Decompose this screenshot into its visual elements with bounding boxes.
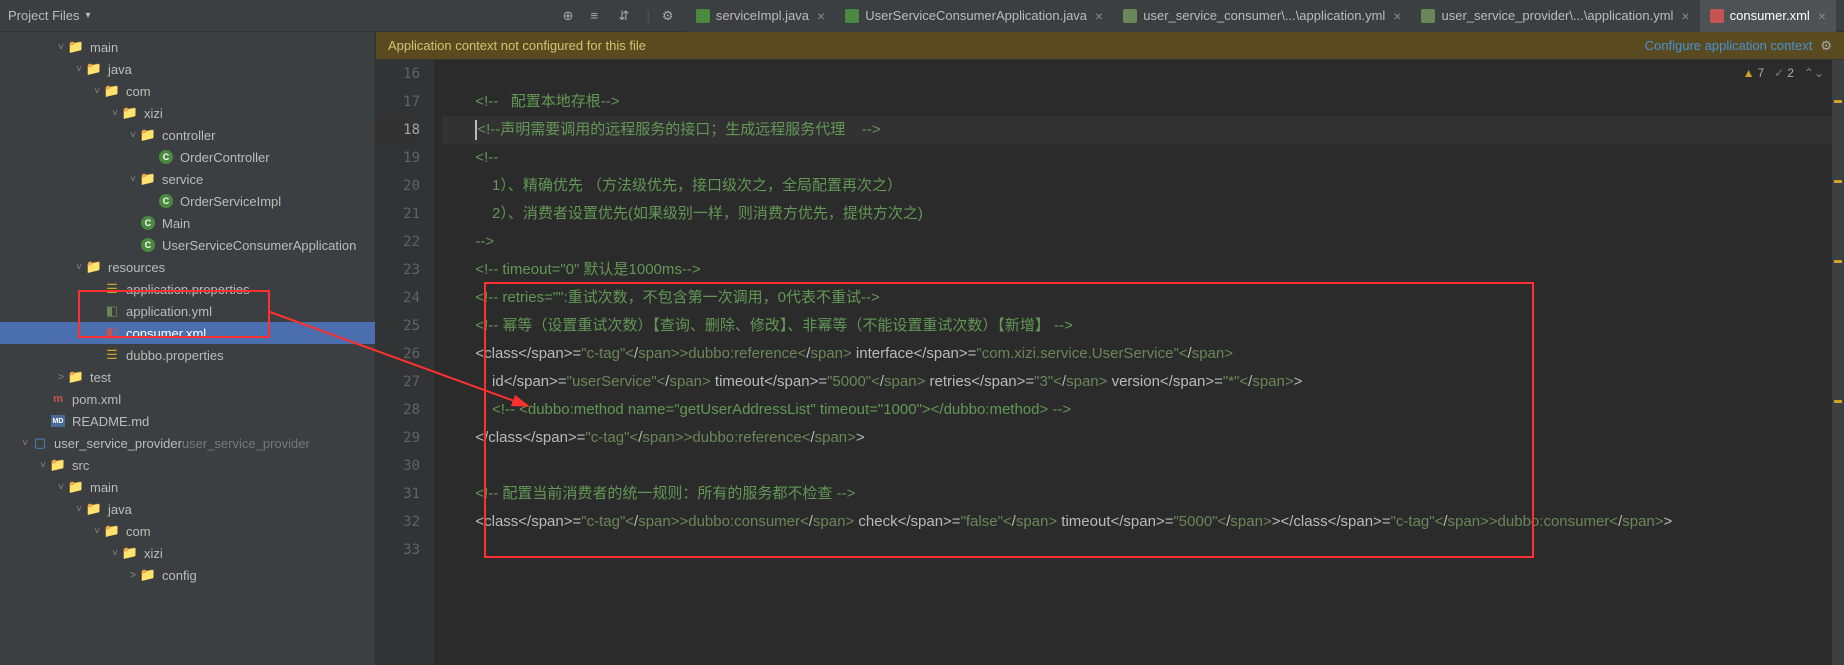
tree-item-java[interactable]: ˅📁java (0, 498, 375, 520)
code-line-29[interactable]: </class</span>="c-tag"</span>>dubbo:refe… (442, 424, 1844, 452)
code-line-27[interactable]: id</span>="userService"</span> timeout</… (442, 368, 1844, 396)
tree-item-main[interactable]: CMain (0, 212, 375, 234)
tab-consumer-xml[interactable]: consumer.xml× (1700, 0, 1836, 32)
locate-icon[interactable]: ⊕ (562, 8, 578, 24)
code-editor[interactable]: 161718192021222324252627282930313233 <!-… (376, 60, 1844, 665)
close-icon[interactable]: × (1681, 8, 1689, 24)
project-tree[interactable]: ˅📁main˅📁java˅📁com˅📁xizi˅📁controllerCOrde… (0, 32, 376, 665)
tab-serviceimpl-java[interactable]: serviceImpl.java× (686, 0, 835, 32)
inspection-indicators[interactable]: ▲7 ✓2 ⌃⌄ (1743, 66, 1824, 80)
collapse-icon[interactable]: ⇵ (618, 8, 634, 24)
code-line-21[interactable]: 2）、消费者设置优先(如果级别一样，则消费方优先，提供方次之) (442, 200, 1844, 228)
close-icon[interactable]: × (817, 8, 825, 24)
tree-item-main[interactable]: ˅📁main (0, 476, 375, 498)
editor-tabs: serviceImpl.java×UserServiceConsumerAppl… (686, 0, 1836, 32)
code-line-16[interactable] (442, 60, 1844, 88)
banner-gear-icon[interactable]: ⚙ (1820, 38, 1832, 54)
tree-item-xizi[interactable]: ˅📁xizi (0, 102, 375, 124)
tab-user-service-provider-----application-yml[interactable]: user_service_provider\...\application.ym… (1411, 0, 1699, 32)
tree-item-service[interactable]: ˅📁service (0, 168, 375, 190)
context-banner: Application context not configured for t… (376, 32, 1844, 60)
settings-icon[interactable]: ⚙ (662, 8, 678, 24)
tree-item-src[interactable]: ˅📁src (0, 454, 375, 476)
code-line-17[interactable]: <!-- 配置本地存根--> (442, 88, 1844, 116)
tree-item-java[interactable]: ˅📁java (0, 58, 375, 80)
tree-item-com[interactable]: ˅📁com (0, 520, 375, 542)
code-line-30[interactable] (442, 452, 1844, 480)
close-icon[interactable]: × (1393, 8, 1401, 24)
tree-item-dubbo-properties[interactable]: ☰dubbo.properties (0, 344, 375, 366)
code-line-18[interactable]: <!--声明需要调用的远程服务的接口；生成远程服务代理 --> (442, 116, 1844, 144)
close-icon[interactable]: × (1818, 8, 1826, 24)
tree-item-readme-md[interactable]: MDREADME.md (0, 410, 375, 432)
code-line-28[interactable]: <!-- <dubbo:method name="getUserAddressL… (442, 396, 1844, 424)
tree-item-pom-xml[interactable]: mpom.xml (0, 388, 375, 410)
code-line-31[interactable]: <!-- 配置当前消费者的统一规则：所有的服务都不检查 --> (442, 480, 1844, 508)
tree-item-com[interactable]: ˅📁com (0, 80, 375, 102)
tree-item-userserviceconsumerapplication[interactable]: CUserServiceConsumerApplication (0, 234, 375, 256)
tree-item-consumer-xml[interactable]: ◧consumer.xml (0, 322, 375, 344)
code-line-23[interactable]: <!-- timeout="0" 默认是1000ms--> (442, 256, 1844, 284)
tree-item-test[interactable]: ˃📁test (0, 366, 375, 388)
code-line-32[interactable]: <class</span>="c-tag"</span>>dubbo:consu… (442, 508, 1844, 536)
tree-item-config[interactable]: ˃📁config (0, 564, 375, 586)
code-line-19[interactable]: <!-- (442, 144, 1844, 172)
tree-item-orderserviceimpl[interactable]: COrderServiceImpl (0, 190, 375, 212)
project-files-dropdown[interactable]: Project Files (8, 8, 91, 23)
tab-userserviceconsumerapplication-java[interactable]: UserServiceConsumerApplication.java× (835, 0, 1113, 32)
code-line-33[interactable] (442, 536, 1844, 564)
configure-context-link[interactable]: Configure application context (1645, 38, 1813, 53)
tree-item-ordercontroller[interactable]: COrderController (0, 146, 375, 168)
expand-icon[interactable]: ≡ (590, 8, 606, 24)
tree-item-xizi[interactable]: ˅📁xizi (0, 542, 375, 564)
tree-item-application-properties[interactable]: ☰application.properties (0, 278, 375, 300)
code-line-22[interactable]: --> (442, 228, 1844, 256)
close-icon[interactable]: × (1095, 8, 1103, 24)
tree-item-main[interactable]: ˅📁main (0, 36, 375, 58)
code-line-20[interactable]: 1）、精确优先 （方法级优先，接口级次之，全局配置再次之） (442, 172, 1844, 200)
code-line-24[interactable]: <!-- retries="":重试次数，不包含第一次调用，0代表不重试--> (442, 284, 1844, 312)
banner-message: Application context not configured for t… (388, 38, 646, 53)
code-line-26[interactable]: <class</span>="c-tag"</span>>dubbo:refer… (442, 340, 1844, 368)
chevron-up-down-icon[interactable]: ⌃⌄ (1804, 66, 1824, 80)
tree-item-application-yml[interactable]: ◧application.yml (0, 300, 375, 322)
top-toolbar: Project Files ⊕ ≡ ⇵ | ⚙ serviceImpl.java… (0, 0, 1844, 32)
code-line-25[interactable]: <!-- 幂等（设置重试次数）【查询、删除、修改】、非幂等（不能设置重试次数）【… (442, 312, 1844, 340)
tab-user-service-consumer-----application-yml[interactable]: user_service_consumer\...\application.ym… (1113, 0, 1411, 32)
error-stripe[interactable] (1832, 60, 1844, 665)
tree-item-controller[interactable]: ˅📁controller (0, 124, 375, 146)
tree-item-user-service-provider[interactable]: ˅▢user_service_provider user_service_pro… (0, 432, 375, 454)
tree-item-resources[interactable]: ˅📁resources (0, 256, 375, 278)
